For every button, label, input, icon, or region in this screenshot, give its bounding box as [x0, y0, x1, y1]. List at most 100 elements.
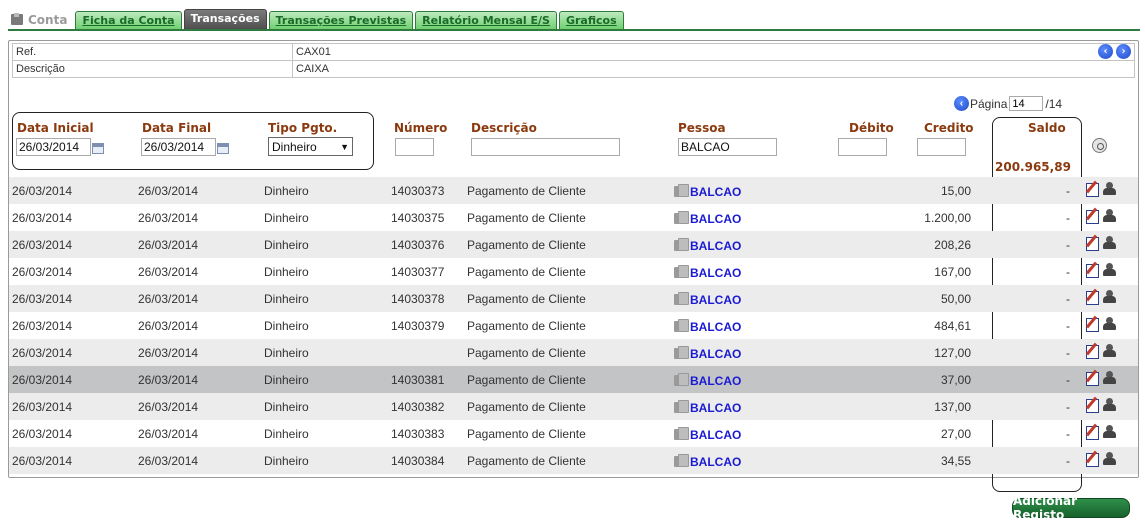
edit-icon[interactable]: [1085, 261, 1100, 278]
table-row[interactable]: 26/03/2014 26/03/2014 Dinheiro 14030382 Paga…: [9, 393, 1138, 420]
cell-saldo: -: [1066, 373, 1070, 387]
table-row[interactable]: 26/03/2014 26/03/2014 Dinheiro 14030375 Paga…: [9, 204, 1138, 231]
tab-relatorio-mensal[interactable]: Relatório Mensal E/S: [415, 11, 557, 30]
edit-icon[interactable]: [1085, 342, 1100, 359]
table-row[interactable]: 26/03/2014 26/03/2014 Dinheiro 14030377 Paga…: [9, 258, 1138, 285]
table-row[interactable]: 26/03/2014 26/03/2014 Dinheiro 14030381 Paga…: [9, 366, 1138, 393]
user-icon[interactable]: [1103, 288, 1116, 304]
cell-data-final: 26/03/2014: [138, 238, 199, 252]
cell-saldo: -: [1066, 427, 1070, 441]
user-icon[interactable]: [1103, 396, 1116, 412]
pessoa-link[interactable]: BALCAO: [690, 320, 741, 334]
cell-pessoa: BALCAO: [674, 316, 741, 334]
person-card-icon: [674, 345, 689, 359]
calendar-icon[interactable]: [217, 143, 229, 154]
cell-tipo-pgto: Dinheiro: [264, 400, 309, 414]
cell-saldo: -: [1066, 400, 1070, 414]
transactions-list: 26/03/2014 26/03/2014 Dinheiro 14030373 Paga…: [9, 177, 1138, 474]
edit-icon[interactable]: [1085, 369, 1100, 386]
edit-icon[interactable]: [1085, 288, 1100, 305]
pagination-total: /14: [1045, 96, 1063, 111]
pessoa-link[interactable]: BALCAO: [690, 401, 741, 415]
pessoa-link[interactable]: BALCAO: [690, 239, 741, 253]
edit-icon[interactable]: [1085, 450, 1100, 467]
user-icon[interactable]: [1103, 423, 1116, 439]
calendar-icon[interactable]: [92, 143, 104, 154]
prev-page-icon[interactable]: ‹: [954, 96, 969, 111]
cell-data-inicial: 26/03/2014: [12, 319, 73, 333]
pessoa-link[interactable]: BALCAO: [690, 428, 741, 442]
cell-descricao: Pagamento de Cliente: [467, 184, 586, 198]
table-row[interactable]: 26/03/2014 26/03/2014 Dinheiro 14030376 Paga…: [9, 231, 1138, 258]
person-card-icon: [674, 291, 689, 305]
pessoa-link[interactable]: BALCAO: [690, 266, 741, 280]
tab-conta[interactable]: Conta: [10, 10, 67, 30]
edit-icon[interactable]: [1085, 396, 1100, 413]
next-record-icon[interactable]: ›: [1116, 44, 1131, 59]
cell-tipo-pgto: Dinheiro: [264, 373, 309, 387]
cell-numero: 14030383: [391, 427, 445, 441]
add-record-button[interactable]: Adicionar Registo: [1012, 494, 1130, 522]
edit-icon[interactable]: [1085, 180, 1100, 197]
user-icon[interactable]: [1103, 234, 1116, 250]
cell-saldo: -: [1066, 292, 1070, 306]
search-icon[interactable]: [1092, 138, 1107, 153]
cell-pessoa: BALCAO: [674, 370, 741, 388]
user-icon[interactable]: [1103, 207, 1116, 223]
tab-transacoes[interactable]: Transações: [183, 9, 267, 30]
user-icon[interactable]: [1103, 342, 1116, 358]
tab-bar: Conta Ficha da Conta Transações Transaçõ…: [10, 8, 626, 30]
tab-graficos[interactable]: Graficos: [558, 11, 624, 30]
pessoa-link[interactable]: BALCAO: [690, 455, 741, 469]
edit-icon[interactable]: [1085, 423, 1100, 440]
debito-input[interactable]: [838, 138, 887, 156]
user-icon[interactable]: [1103, 315, 1116, 331]
header-data-final: Data Final: [142, 121, 212, 135]
pessoa-link[interactable]: BALCAO: [690, 374, 741, 388]
credito-input[interactable]: [917, 138, 966, 156]
person-card-icon: [674, 318, 689, 332]
edit-icon[interactable]: [1085, 207, 1100, 224]
cell-data-final: 26/03/2014: [138, 211, 199, 225]
tipo-pgto-select[interactable]: Dinheiro ▼: [268, 137, 353, 156]
edit-icon[interactable]: [1085, 315, 1100, 332]
table-row[interactable]: 26/03/2014 26/03/2014 Dinheiro 14030373 Paga…: [9, 177, 1138, 204]
table-row[interactable]: 26/03/2014 26/03/2014 Dinheiro 14030383 Paga…: [9, 420, 1138, 447]
row-actions: [1085, 423, 1116, 440]
cell-data-final: 26/03/2014: [138, 427, 199, 441]
cell-data-final: 26/03/2014: [138, 265, 199, 279]
data-inicial-input[interactable]: [16, 138, 91, 156]
edit-icon[interactable]: [1085, 234, 1100, 251]
cell-data-final: 26/03/2014: [138, 319, 199, 333]
user-icon[interactable]: [1103, 180, 1116, 196]
pessoa-link[interactable]: BALCAO: [690, 347, 741, 361]
pessoa-link[interactable]: BALCAO: [690, 185, 741, 199]
cell-pessoa: BALCAO: [674, 235, 741, 253]
table-row[interactable]: 26/03/2014 26/03/2014 Dinheiro Pagamento de…: [9, 339, 1138, 366]
tab-transacoes-previstas[interactable]: Transações Previstas: [268, 11, 414, 30]
cell-data-final: 26/03/2014: [138, 292, 199, 306]
numero-input[interactable]: [395, 138, 434, 156]
tab-ficha-da-conta[interactable]: Ficha da Conta: [75, 11, 182, 30]
cell-data-inicial: 26/03/2014: [12, 211, 73, 225]
cell-data-final: 26/03/2014: [138, 184, 199, 198]
cell-saldo: -: [1066, 211, 1070, 225]
pessoa-link[interactable]: BALCAO: [690, 293, 741, 307]
table-row[interactable]: 26/03/2014 26/03/2014 Dinheiro 14030384 Paga…: [9, 447, 1138, 474]
user-icon[interactable]: [1103, 450, 1116, 466]
pessoa-link[interactable]: BALCAO: [690, 212, 741, 226]
descricao-input[interactable]: [471, 138, 620, 156]
page-input[interactable]: [1009, 96, 1044, 111]
table-row[interactable]: 26/03/2014 26/03/2014 Dinheiro 14030378 Paga…: [9, 285, 1138, 312]
user-icon[interactable]: [1103, 369, 1116, 385]
data-final-input[interactable]: [141, 138, 216, 156]
cell-tipo-pgto: Dinheiro: [264, 184, 309, 198]
cell-data-inicial: 26/03/2014: [12, 427, 73, 441]
pessoa-input[interactable]: [678, 138, 777, 156]
user-icon[interactable]: [1103, 261, 1116, 277]
cell-numero: 14030377: [391, 265, 445, 279]
account-icon: [10, 13, 24, 27]
prev-record-icon[interactable]: ‹: [1098, 44, 1113, 59]
table-row[interactable]: 26/03/2014 26/03/2014 Dinheiro 14030379 Paga…: [9, 312, 1138, 339]
cell-tipo-pgto: Dinheiro: [264, 346, 309, 360]
